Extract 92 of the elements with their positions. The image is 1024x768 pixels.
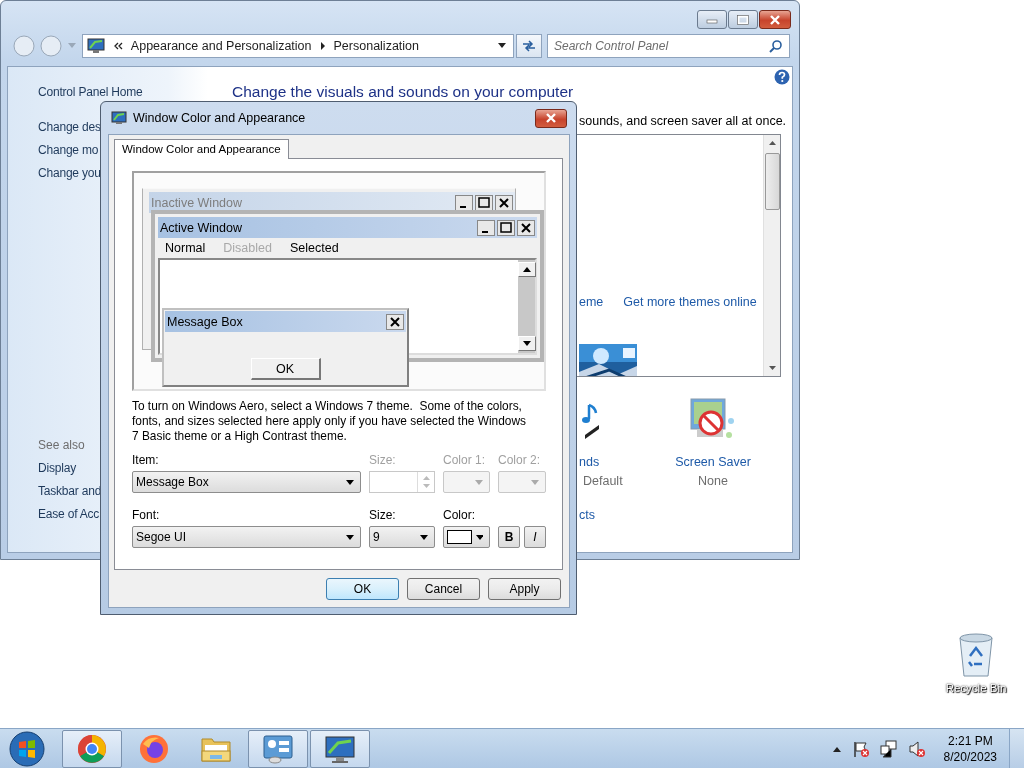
sidebar-link[interactable]: Ease of Acc (38, 503, 100, 526)
chevron-icon (112, 42, 123, 50)
window-title: Window Color and Appearance (133, 111, 306, 125)
close-icon (545, 113, 557, 123)
caret-icon (346, 534, 354, 540)
clock-time: 2:21 PM (947, 732, 993, 749)
field-label: Size: (369, 507, 397, 524)
field-label: Item: (132, 452, 160, 469)
page-heading: Change the visuals and sounds on your computer (232, 82, 574, 102)
sidebar-link[interactable]: Control Panel Home (38, 81, 143, 104)
field-label: Color 1: (443, 452, 487, 469)
scroll-up-icon[interactable] (768, 141, 776, 145)
field-label: Color: (443, 507, 476, 524)
clock-date: 8/20/2023 (943, 748, 997, 765)
monitor-icon (111, 111, 127, 125)
firefox-icon (139, 733, 169, 764)
field-label: Font: (132, 507, 161, 524)
refresh-button[interactable] (516, 34, 542, 58)
close-icon (769, 14, 781, 25)
taskbar-app-button[interactable] (248, 729, 308, 768)
maximize-icon (737, 14, 749, 25)
field-label: Size: (369, 452, 397, 469)
sidebar-link[interactable]: Change des (38, 116, 101, 139)
dialog-button[interactable]: OK (326, 578, 399, 600)
taskbar-app-button[interactable] (310, 729, 370, 768)
minimize-button[interactable] (697, 10, 727, 29)
window-title: Inactive Window (151, 195, 242, 210)
color-dropdown[interactable] (443, 526, 490, 548)
help-icon[interactable] (774, 69, 790, 85)
see-also-heading: See also (38, 437, 85, 454)
sidebar-link[interactable]: Change mo (38, 139, 99, 162)
address-bar[interactable]: Appearance and Personalization Personalization (81, 34, 515, 58)
instructions-text: To turn on Windows Aero, select a Windows 7 theme. Some of the colors, fonts, and sizes selected here apply only if you have selected the Windows 7 Basic theme or a High Contrast theme. (132, 399, 527, 444)
desktop-icon-label[interactable]: Recycle Bin (945, 682, 1007, 694)
caret-icon (475, 479, 483, 485)
forward-icon (40, 35, 63, 57)
sidebar-link[interactable]: Change you (38, 162, 101, 185)
close-icon (517, 219, 535, 236)
settings-link[interactable]: cts (579, 508, 595, 522)
font-dropdown[interactable]: Segoe UI (132, 526, 361, 548)
minimize-icon (477, 219, 495, 236)
dialog-button[interactable]: Apply (488, 578, 561, 600)
tab[interactable]: Window Color and Appearance (114, 139, 289, 159)
control-panel-icon (262, 733, 294, 764)
refresh-icon (521, 39, 538, 53)
font-size-dropdown[interactable]: 9 (369, 526, 435, 548)
clock[interactable]: 2:21 PM 8/20/2023 (943, 732, 997, 765)
spin-up-icon (421, 473, 431, 482)
flag-icon[interactable] (851, 739, 870, 758)
breadcrumb-link[interactable]: Appearance and Personalization (130, 39, 312, 53)
window-title: Active Window (160, 220, 242, 235)
theme-link[interactable]: eme (579, 295, 604, 309)
caret-icon (346, 479, 354, 485)
dropdown-icon[interactable] (497, 43, 508, 49)
monitor-icon (86, 38, 105, 54)
speaker-muted-icon[interactable] (907, 739, 926, 758)
search-field[interactable]: Search Control Panel (547, 34, 790, 58)
caret-icon (475, 534, 483, 540)
scrollbar[interactable] (763, 135, 780, 376)
italic-button[interactable]: I (524, 526, 546, 548)
theme-link[interactable]: Get more themes online (623, 295, 757, 309)
caret-icon (420, 534, 428, 540)
spin-down-icon (421, 482, 431, 491)
taskbar-app-button[interactable] (62, 729, 122, 768)
close-button[interactable] (759, 10, 791, 29)
window-title: Message Box (167, 314, 243, 329)
bold-button[interactable]: B (498, 526, 520, 548)
setting-value: Default (583, 474, 623, 488)
recycle-bin-icon[interactable] (956, 632, 996, 678)
scrollbar-thumb[interactable] (764, 153, 780, 210)
windows-orb-icon (8, 729, 46, 768)
back-icon (12, 35, 35, 57)
field-label: Color 2: (498, 452, 542, 469)
network-icon[interactable] (879, 739, 898, 758)
setting-value: None (698, 474, 728, 488)
intro-text: sounds, and screen saver all at once. (579, 113, 788, 129)
maximize-button[interactable] (728, 10, 758, 29)
search-icon[interactable] (769, 39, 783, 53)
breadcrumb-arrow-icon[interactable] (319, 42, 326, 50)
caret-icon (531, 479, 539, 485)
monitor-icon (324, 733, 356, 764)
close-button[interactable] (535, 108, 567, 128)
maximize-icon (497, 219, 515, 236)
setting-link[interactable]: nds (579, 455, 600, 469)
sidebar-link[interactable]: Display (38, 457, 76, 480)
item-dropdown[interactable]: Message Box (132, 471, 361, 493)
setting-link[interactable]: Screen Saver (675, 455, 751, 469)
scroll-down-icon[interactable] (768, 366, 776, 370)
chrome-icon (77, 733, 107, 764)
breadcrumb-link[interactable]: Personalization (333, 39, 419, 53)
dialog-button[interactable]: Cancel (407, 578, 480, 600)
close-icon (386, 313, 404, 330)
